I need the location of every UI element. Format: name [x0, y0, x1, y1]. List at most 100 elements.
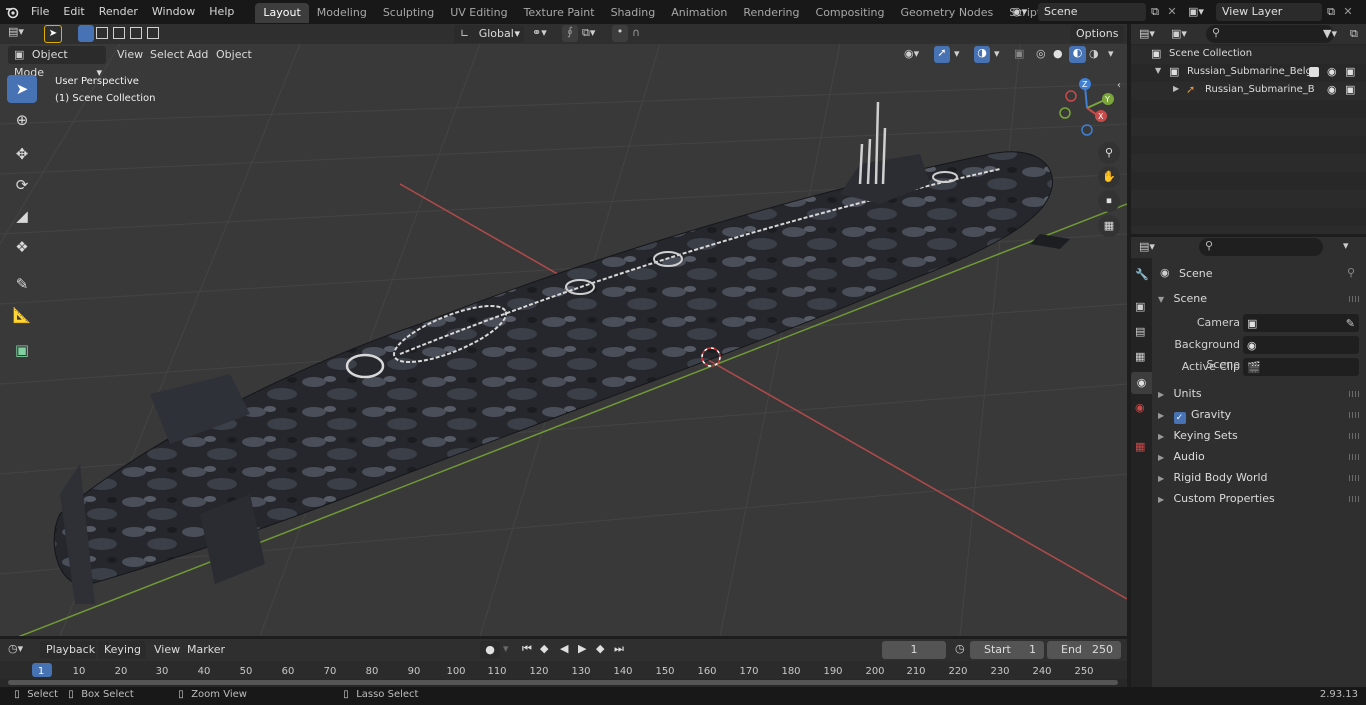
render-camera-icon[interactable]: ▣ [1345, 65, 1355, 78]
gravity-checkbox[interactable]: ✓ [1173, 412, 1186, 424]
tab-compositing[interactable]: Compositing [808, 3, 893, 23]
overlay-toggle-icon[interactable]: ◑ [974, 46, 990, 63]
select-mode-new-icon[interactable] [78, 25, 94, 42]
drag-grip-icon[interactable] [1349, 433, 1359, 439]
drag-grip-icon[interactable] [1349, 412, 1359, 418]
tab-sculpting[interactable]: Sculpting [375, 3, 442, 23]
new-collection-icon[interactable]: ⧉ [1350, 27, 1358, 41]
zoom-icon[interactable]: ⚲ [1098, 142, 1120, 164]
properties-search-input[interactable]: ⚲ [1199, 238, 1323, 256]
display-mode-icon[interactable]: ▣▾ [1171, 27, 1187, 40]
render-camera-icon[interactable]: ▣ [1345, 83, 1355, 96]
gizmo-dropdown-icon[interactable]: ▾ [954, 47, 960, 60]
tool-tab-icon[interactable]: 🔧 [1135, 268, 1149, 281]
view-layer-tab-icon[interactable]: ▦ [1135, 350, 1145, 363]
scale-tool[interactable]: ◢ [7, 202, 37, 230]
snap-toggle-icon[interactable]: ∮ [562, 25, 578, 42]
delete-scene-icon[interactable]: ✕ [1164, 5, 1180, 18]
render-tab-icon[interactable]: ▣ [1135, 300, 1145, 313]
exclude-checkbox-icon[interactable] [1309, 67, 1319, 77]
editor-type-icon[interactable]: ▤▾ [8, 25, 24, 38]
select-tool-icon[interactable]: ➤ [44, 25, 62, 43]
record-button[interactable]: ● [480, 641, 500, 659]
shading-material-icon[interactable]: ◐ [1069, 46, 1086, 63]
drag-grip-icon[interactable] [1349, 475, 1359, 481]
menu-edit[interactable]: Edit [56, 0, 91, 24]
drag-grip-icon[interactable] [1349, 496, 1359, 502]
shading-dropdown-icon[interactable]: ▾ [1108, 47, 1114, 60]
timeline-menu-view[interactable]: View [154, 643, 180, 656]
play-button[interactable]: ▶ [578, 642, 586, 655]
playback-dropdown[interactable]: Playback ▾ [40, 641, 96, 674]
pin-icon[interactable]: ⚲ [1347, 266, 1355, 279]
viewport-menu-view[interactable]: View [117, 48, 143, 61]
scene-selector[interactable]: ◉▾ Scene ⧉ ✕ [1012, 2, 1182, 21]
navigation-gizmo[interactable]: Z Y X [1056, 76, 1116, 136]
viewport-menu-select[interactable]: Select [150, 48, 184, 61]
jump-start-button[interactable]: ⏮ [522, 642, 532, 656]
tab-layout[interactable]: Layout [255, 2, 309, 23]
blender-logo-icon[interactable] [0, 0, 24, 24]
menu-render[interactable]: Render [92, 0, 145, 24]
gizmo-toggle-icon[interactable]: ➚ [934, 46, 950, 63]
tab-modeling[interactable]: Modeling [309, 3, 375, 23]
select-box-tool[interactable]: ➤ [7, 75, 37, 103]
properties-options-icon[interactable]: ▾ [1343, 239, 1349, 252]
falloff-icon[interactable]: ∩ [632, 26, 640, 39]
measure-tool[interactable]: 📐 [7, 301, 37, 329]
select-mode-subtract-icon[interactable] [113, 27, 125, 39]
scene-name-field[interactable]: Scene [1038, 2, 1146, 21]
copy-scene-icon[interactable]: ⧉ [1146, 5, 1164, 19]
scene-section-header[interactable]: ▼ Scene [1158, 289, 1363, 309]
background-scene-field[interactable]: ◉ [1243, 336, 1359, 354]
eyedropper-icon[interactable]: ✎ [1346, 314, 1355, 334]
overlay-dropdown-icon[interactable]: ▾ [994, 47, 1000, 60]
3d-viewport[interactable]: ▣ Object Mode ▾ View Select Add Object ◉… [0, 44, 1127, 636]
ortho-grid-icon[interactable]: ▦ [1098, 215, 1120, 237]
menu-help[interactable]: Help [202, 0, 241, 24]
drag-grip-icon[interactable] [1349, 454, 1359, 460]
start-frame-field[interactable]: Start 1 [970, 641, 1044, 659]
sidebar-toggle-icon[interactable]: ‹ [1117, 80, 1121, 91]
select-mode-extend-icon[interactable] [96, 27, 108, 39]
record-options-icon[interactable]: ▾ [503, 642, 509, 655]
world-tab-icon[interactable]: ◉ [1135, 401, 1145, 414]
camera-field[interactable]: ▣ ✎ [1243, 314, 1359, 332]
menu-window[interactable]: Window [145, 0, 202, 24]
next-keyframe-button[interactable]: ◆ [596, 642, 604, 655]
panel-gravity[interactable]: ▶ ✓ Gravity [1158, 405, 1363, 425]
current-frame-field[interactable]: 1 [882, 641, 946, 659]
panel-audio[interactable]: ▶ Audio [1158, 447, 1363, 467]
tab-rendering[interactable]: Rendering [735, 3, 807, 23]
timeline-track[interactable]: 1 10 20 30 40 50 60 70 80 90 100 110 120… [0, 661, 1127, 687]
copy-view-layer-icon[interactable]: ⧉ [1322, 5, 1340, 19]
expand-arrow-icon[interactable]: ▼ [1155, 66, 1161, 75]
camera-view-icon[interactable]: ⏹ [1098, 190, 1120, 212]
options-dropdown[interactable]: Options ▾ [1070, 25, 1124, 58]
pivot-point-icon[interactable]: ⚭▾ [532, 26, 547, 39]
pan-hand-icon[interactable]: ✋ [1098, 166, 1120, 188]
outliner-search-input[interactable]: ⚲ [1206, 25, 1334, 43]
timeline-editor-icon[interactable]: ◷▾ [8, 642, 23, 655]
rotate-tool[interactable]: ⟳ [7, 171, 37, 199]
select-mode-intersect-icon[interactable] [147, 27, 159, 39]
timeline-scrollbar[interactable] [8, 680, 1118, 685]
tab-shading[interactable]: Shading [603, 3, 664, 23]
outliner-row-collection[interactable]: ▼ ▣ Russian_Submarine_Belgoroc ◉ ▣ [1131, 64, 1366, 82]
transform-orientation-dropdown[interactable]: ∟ Global ▾ [454, 25, 524, 43]
play-reverse-button[interactable]: ◀ [560, 642, 568, 655]
xray-toggle-icon[interactable]: ▣ [1014, 47, 1024, 60]
shading-wireframe-icon[interactable]: ◎ [1036, 47, 1046, 60]
outliner-row-object[interactable]: ▶ ➚ Russian_Submarine_Belç ◉ ▣ [1131, 82, 1366, 100]
end-frame-field[interactable]: End 250 [1047, 641, 1121, 659]
delete-view-layer-icon[interactable]: ✕ [1340, 5, 1356, 18]
viewport-menu-add[interactable]: Add [187, 48, 208, 61]
panel-units[interactable]: ▶ Units [1158, 384, 1363, 404]
select-mode-invert-icon[interactable] [130, 27, 142, 39]
menu-file[interactable]: File [24, 0, 56, 24]
properties-editor-icon[interactable]: ▤▾ [1139, 240, 1155, 253]
expand-arrow-icon[interactable]: ▶ [1173, 84, 1179, 93]
texture-tab-icon[interactable]: ▦ [1135, 440, 1145, 453]
viewport-menu-object[interactable]: Object [216, 48, 252, 61]
visibility-eye-icon[interactable]: ◉ [1327, 83, 1337, 96]
